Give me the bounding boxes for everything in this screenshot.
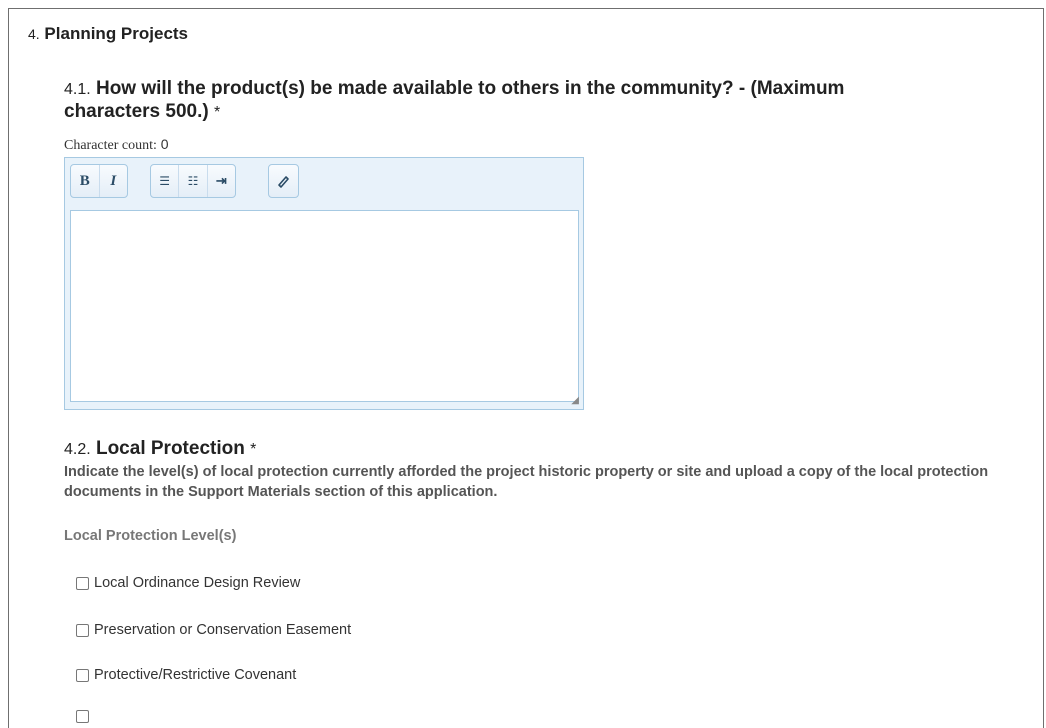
question-text: Local Protection bbox=[95, 438, 245, 459]
bold-button[interactable]: B bbox=[71, 165, 99, 197]
question-text-line2: characters 500.) bbox=[64, 101, 209, 122]
required-mark: * bbox=[250, 441, 257, 458]
checkbox[interactable] bbox=[76, 576, 89, 590]
question-4-2: 4.2. Local Protection * bbox=[64, 438, 256, 460]
question-4-1: 4.1. How will the product(s) be made ava… bbox=[64, 78, 1004, 124]
checkbox[interactable] bbox=[76, 668, 89, 682]
option-restrictive-covenant[interactable]: Protective/Restrictive Covenant bbox=[76, 667, 296, 683]
italic-button[interactable]: I bbox=[98, 165, 128, 197]
option-partially-visible[interactable] bbox=[76, 710, 94, 723]
question-number: 4.2. bbox=[64, 441, 91, 458]
rich-text-editor: B I ☰ ☷ ⇥ ◢ bbox=[64, 157, 584, 410]
bullet-list-icon[interactable]: ☰ bbox=[151, 165, 178, 197]
section-title-text: Planning Projects bbox=[44, 24, 189, 43]
character-count-label: Character count: bbox=[64, 138, 157, 153]
question-text-line1: How will the product(s) be made availabl… bbox=[95, 78, 845, 99]
section-title: 4. Planning Projects bbox=[28, 24, 188, 44]
checkbox[interactable] bbox=[76, 623, 89, 637]
option-label: Protective/Restrictive Covenant bbox=[94, 667, 297, 683]
protection-levels-label: Local Protection Level(s) bbox=[64, 528, 237, 544]
list-group: ☰ ☷ ⇥ bbox=[150, 164, 236, 198]
character-count-value: 0 bbox=[160, 136, 169, 152]
section-number: 4. bbox=[28, 26, 40, 42]
answer-textarea[interactable] bbox=[70, 210, 579, 402]
option-preservation-easement[interactable]: Preservation or Conservation Easement bbox=[76, 622, 351, 638]
question-description: Indicate the level(s) of local protectio… bbox=[64, 464, 989, 500]
required-mark: * bbox=[214, 104, 221, 121]
clear-group bbox=[268, 164, 299, 198]
option-label: Local Ordinance Design Review bbox=[94, 575, 301, 591]
resize-handle-icon[interactable]: ◢ bbox=[571, 395, 579, 406]
option-label: Preservation or Conservation Easement bbox=[94, 622, 352, 638]
indent-icon[interactable]: ⇥ bbox=[206, 165, 235, 197]
question-number: 4.1. bbox=[64, 81, 91, 98]
character-count: Character count: 0 bbox=[64, 136, 169, 154]
checkbox[interactable] bbox=[76, 710, 89, 723]
format-group: B I bbox=[70, 164, 128, 198]
option-local-ordinance[interactable]: Local Ordinance Design Review bbox=[76, 575, 300, 591]
eraser-icon[interactable] bbox=[269, 165, 297, 197]
numbered-list-icon[interactable]: ☷ bbox=[178, 165, 206, 197]
eraser-icon-svg bbox=[278, 176, 289, 188]
